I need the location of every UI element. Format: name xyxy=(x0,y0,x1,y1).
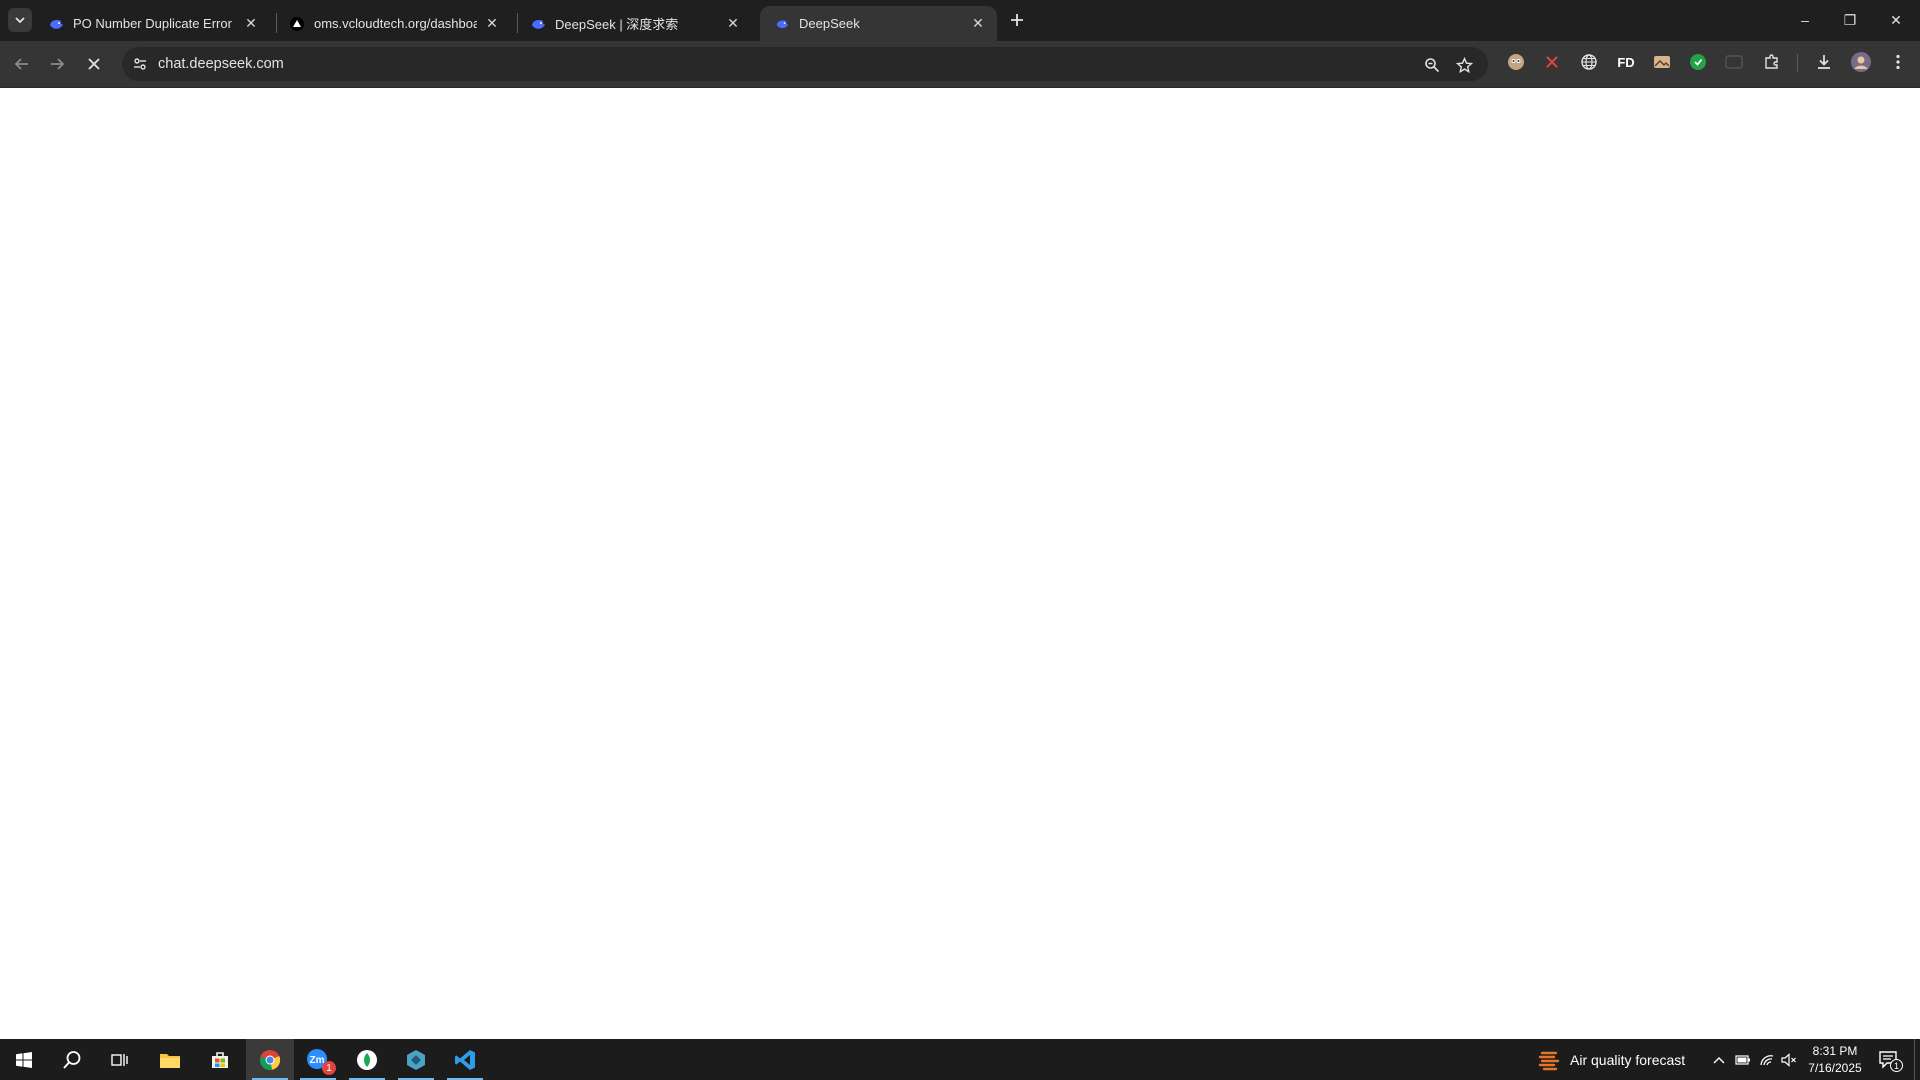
close-icon[interactable]: ✕ xyxy=(969,15,987,33)
store-icon xyxy=(212,1051,228,1068)
file-explorer-button[interactable] xyxy=(146,1039,194,1080)
task-view-button[interactable] xyxy=(96,1039,144,1080)
plus-icon xyxy=(1011,14,1023,26)
search-icon xyxy=(63,1050,81,1069)
notification-badge: 1 xyxy=(322,1061,336,1075)
taskbar: Zm 1 Air quality forecast 8:31 PM 7/16/2… xyxy=(0,1039,1920,1080)
x-extension-icon[interactable] xyxy=(1542,52,1562,72)
chevron-up-icon xyxy=(1713,1056,1725,1063)
green-extension-icon[interactable] xyxy=(1688,52,1708,72)
chevron-down-icon xyxy=(15,17,25,24)
folder-icon xyxy=(160,1053,180,1068)
globe-extension-icon[interactable] xyxy=(1579,52,1599,72)
close-icon xyxy=(88,58,100,70)
tab-po-number[interactable]: PO Number Duplicate Error Exp ✕ xyxy=(34,6,270,41)
network-icon[interactable] xyxy=(1756,1039,1778,1080)
new-tab-button[interactable] xyxy=(1005,8,1029,32)
deepseek-whale-icon xyxy=(48,16,64,32)
notification-badge: 1 xyxy=(1890,1059,1903,1072)
chrome-button[interactable] xyxy=(246,1039,294,1080)
deepseek-whale-icon xyxy=(530,16,546,32)
fd-extension-icon[interactable]: FD xyxy=(1615,52,1637,72)
cast-extension-icon[interactable] xyxy=(1724,52,1744,72)
show-hidden-icons-button[interactable] xyxy=(1708,1039,1730,1080)
leaf-app-button[interactable] xyxy=(343,1039,391,1080)
windows-logo-icon xyxy=(16,1051,32,1068)
tab-title: PO Number Duplicate Error Exp xyxy=(73,16,236,31)
system-clock[interactable]: 8:31 PM 7/16/2025 xyxy=(1800,1043,1870,1077)
stop-loading-button[interactable] xyxy=(81,51,107,77)
weather-text: Air quality forecast xyxy=(1570,1051,1686,1068)
image-extension-icon[interactable] xyxy=(1652,52,1672,72)
close-icon[interactable]: ✕ xyxy=(483,15,501,33)
close-icon[interactable]: ✕ xyxy=(724,15,742,33)
forward-button[interactable] xyxy=(44,51,70,77)
avatar[interactable] xyxy=(1851,52,1871,72)
deepseek-whale-icon xyxy=(774,16,790,32)
tab-title: DeepSeek xyxy=(799,16,860,31)
vscode-button[interactable] xyxy=(441,1039,489,1080)
address-bar[interactable]: chat.deepseek.com xyxy=(122,47,1488,81)
arrow-right-icon xyxy=(51,58,65,70)
air-quality-icon xyxy=(1538,1051,1560,1070)
vpn-app-button[interactable] xyxy=(392,1039,440,1080)
page-content xyxy=(0,88,1920,1039)
vscode-icon xyxy=(455,1049,475,1070)
download-icon[interactable] xyxy=(1814,52,1834,72)
site-settings-icon[interactable] xyxy=(130,54,150,74)
leaf-app-icon xyxy=(357,1049,377,1070)
arrow-left-icon xyxy=(14,58,28,70)
tab-title: DeepSeek | 深度求索 xyxy=(555,17,679,32)
tab-strip: PO Number Duplicate Error Exp ✕ oms.vclo… xyxy=(0,0,1920,41)
more-menu-icon[interactable] xyxy=(1888,52,1908,72)
avatar-extension-icon[interactable] xyxy=(1506,52,1526,72)
zoom-icon[interactable] xyxy=(1422,55,1442,75)
minimize-button[interactable]: – xyxy=(1782,0,1828,40)
tab-title: oms.vcloudtech.org/dashboard xyxy=(314,16,477,31)
start-button[interactable] xyxy=(0,1039,48,1080)
show-desktop-button[interactable] xyxy=(1914,1039,1915,1080)
back-button[interactable] xyxy=(9,51,35,77)
toolbar-divider xyxy=(1797,54,1798,72)
search-button[interactable] xyxy=(48,1039,96,1080)
clock-time: 8:31 PM xyxy=(1812,1044,1858,1058)
close-window-button[interactable]: ✕ xyxy=(1873,0,1919,40)
bookmark-star-icon[interactable] xyxy=(1454,55,1474,75)
hexagon-app-icon xyxy=(407,1049,425,1070)
url-text[interactable]: chat.deepseek.com xyxy=(158,56,284,72)
volume-muted-icon[interactable] xyxy=(1778,1039,1800,1080)
battery-icon[interactable] xyxy=(1732,1039,1754,1080)
weather-widget[interactable]: Air quality forecast xyxy=(1538,1039,1685,1080)
clock-date: 7/16/2025 xyxy=(1808,1061,1862,1075)
tab-deepseek-home[interactable]: DeepSeek | 深度求索 ✕ xyxy=(516,6,752,41)
triangle-logo-icon xyxy=(289,16,305,32)
restore-button[interactable]: ❐ xyxy=(1827,0,1873,40)
task-view-icon xyxy=(111,1053,128,1066)
close-icon[interactable]: ✕ xyxy=(242,15,260,33)
microsoft-store-button[interactable] xyxy=(196,1039,244,1080)
tab-oms-dashboard[interactable]: oms.vcloudtech.org/dashboard ✕ xyxy=(275,6,511,41)
notification-center-button[interactable]: 1 xyxy=(1876,1047,1903,1073)
tab-deepseek-chat[interactable]: DeepSeek ✕ xyxy=(760,6,997,41)
puzzle-extensions-icon[interactable] xyxy=(1762,52,1782,72)
tab-search-button[interactable] xyxy=(8,8,32,32)
zoom-app-button[interactable]: Zm 1 xyxy=(294,1039,342,1080)
chrome-icon xyxy=(260,1049,281,1070)
